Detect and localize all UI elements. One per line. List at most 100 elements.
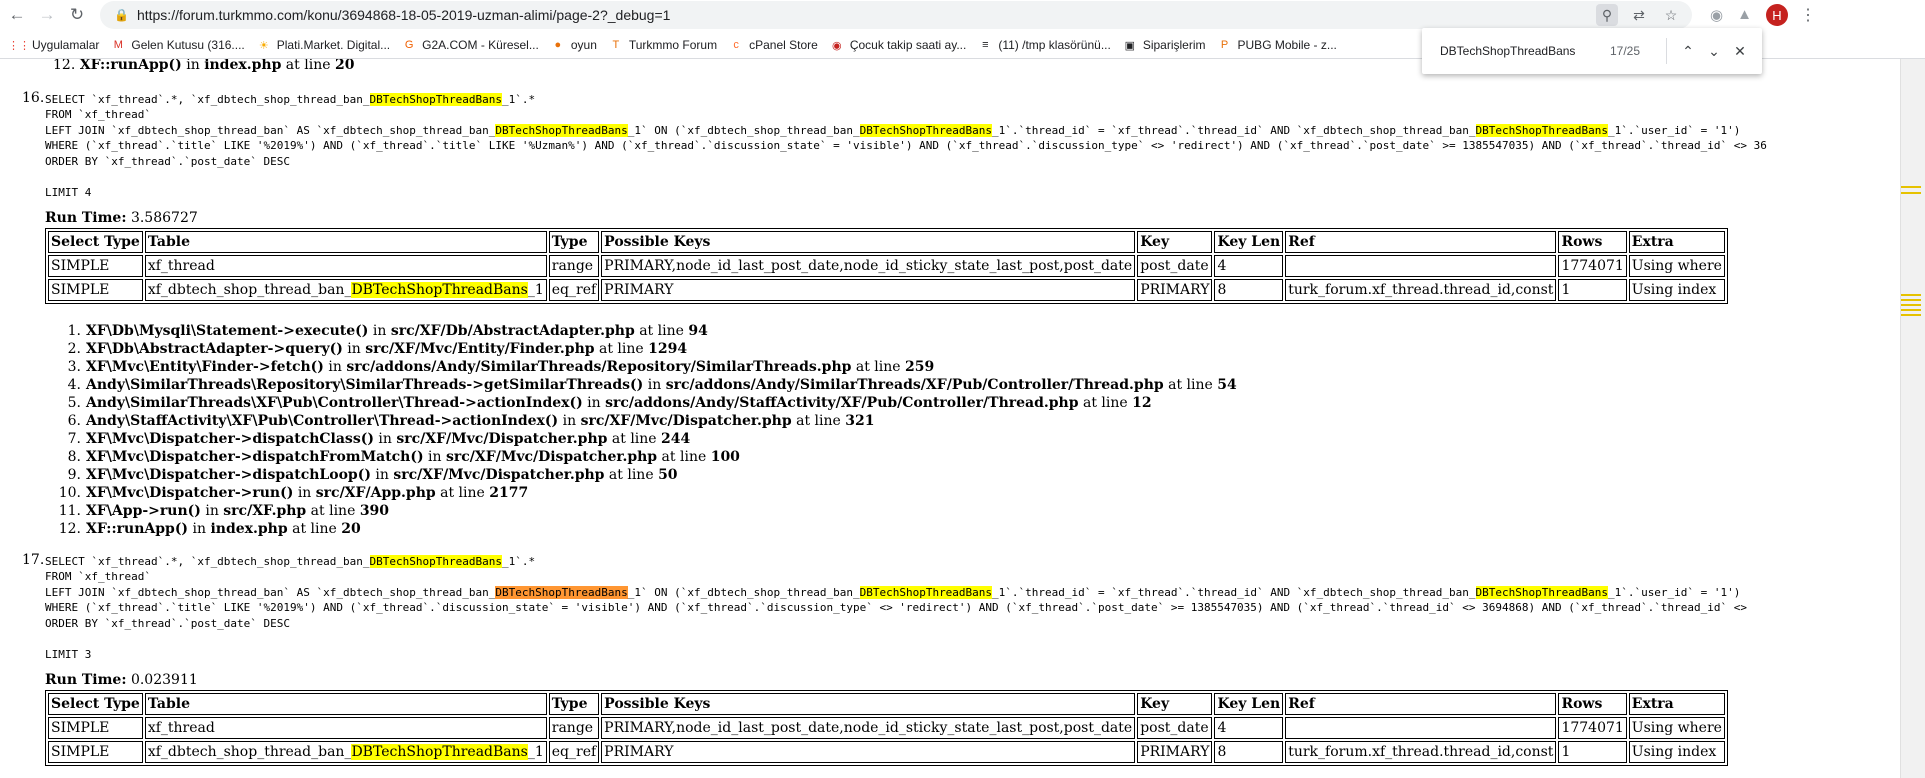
bookmark-label: Çocuk takip saati ay... [849, 38, 967, 52]
search-highlight: DBTechShopThreadBans [369, 93, 502, 106]
address-bar[interactable]: 🔒 https://forum.turkmmo.com/konu/3694868… [100, 1, 1692, 29]
back-arrow-icon[interactable]: ← [4, 2, 30, 28]
bookmark-item[interactable]: G G2A.COM - Küresel... [402, 38, 539, 52]
find-input[interactable]: DBTechShopThreadBans [1440, 44, 1610, 58]
close-icon[interactable]: ✕ [1727, 43, 1753, 60]
sql-line: ORDER BY `xf_thread`.`post_date` DESC [45, 155, 291, 168]
trace-item: 12. XF::runApp() in index.php at line 20 [58, 521, 361, 537]
find-match-count: 17/25 [1610, 44, 1641, 58]
chevron-down-icon[interactable]: ⌄ [1701, 43, 1727, 60]
bookmark-star-icon[interactable]: ☆ [1660, 4, 1682, 26]
bookmark-label: Uygulamalar [32, 38, 100, 52]
table-row: SIMPLE xf_thread range PRIMARY,node_id_last… [48, 255, 1725, 277]
camera-extension-icon[interactable]: ◉ [1710, 6, 1723, 24]
active-search-highlight: DBTechShopThreadBans [495, 586, 628, 599]
find-divider [1666, 38, 1667, 64]
trace-item: 9. XF\Mvc\Dispatcher->dispatchLoop() in s… [67, 467, 678, 483]
table-header-row: Select Type Table Type Possible Keys Key Key … [48, 693, 1725, 715]
sql-line: LEFT JOIN `xf_dbtech_shop_thread_ban` AS… [45, 586, 1741, 599]
search-highlight: DBTechShopThreadBans [369, 555, 502, 568]
siparis-icon: ▣ [1124, 39, 1136, 52]
vertical-scrollbar[interactable] [1900, 59, 1925, 778]
search-highlight: DBTechShopThreadBans [1475, 124, 1608, 137]
forward-arrow-icon[interactable]: → [34, 2, 60, 28]
stack-trace: 1. XF\Db\Mysqli\Statement->execute() in s… [53, 322, 1237, 538]
table-row: SIMPLE xf_thread range PRIMARY,node_id_last… [48, 717, 1725, 739]
search-highlight: DBTechShopThreadBans [1475, 586, 1608, 599]
trace-item: 11. XF\App->run() in src/XF.php at line 3… [58, 503, 390, 519]
sql-limit: LIMIT 4 [45, 186, 92, 199]
bookmark-label: PUBG Mobile - z... [1237, 38, 1337, 52]
bookmark-item[interactable]: ≡ (11) /tmp klasörünü... [978, 38, 1111, 52]
bookmark-item[interactable]: ▣ Siparişlerim [1123, 38, 1206, 52]
query-number: 17. [22, 552, 45, 568]
bookmark-item[interactable]: ● oyun [551, 38, 597, 52]
prev-trace-tail: 12. XF::runApp() in index.php at line 20 [53, 59, 355, 73]
translate-icon[interactable]: ⇄ [1628, 4, 1650, 26]
bookmark-item[interactable]: ⋮⋮ Uygulamalar [8, 38, 100, 52]
url-text[interactable]: https://forum.turkmmo.com/konu/3694868-1… [137, 7, 670, 23]
table-row: SIMPLE xf_dbtech_shop_thread_ban_DBTechSh… [48, 741, 1725, 763]
search-highlight: DBTechShopThreadBans [859, 586, 993, 599]
trace-item: 6. Andy\StaffActivity\XF\Pub\Controller\T… [67, 413, 875, 429]
saat-icon: ◉ [832, 39, 842, 52]
query-number: 16. [22, 90, 45, 106]
bookmark-item[interactable]: ◉ Çocuk takip saati ay... [830, 38, 967, 52]
trace-item: 1. XF\Db\Mysqli\Statement->execute() in s… [67, 323, 708, 339]
stackoverflow-icon: ≡ [982, 39, 989, 51]
g2a-icon: G [404, 39, 414, 51]
sql-line: SELECT `xf_thread`.*, `xf_dbtech_shop_th… [45, 555, 536, 568]
turkmmo-icon: T [612, 39, 620, 51]
kebab-menu-icon[interactable]: ⋮ [1800, 5, 1816, 25]
find-marker [1901, 186, 1921, 188]
sql-line: FROM `xf_thread` [45, 108, 151, 121]
bookmark-label: Gelen Kutusu (316.... [131, 38, 245, 52]
shield-extension-icon[interactable]: ▲ [1737, 6, 1752, 24]
explain-table: Select Type Table Type Possible Keys Key Key … [45, 228, 1728, 304]
find-marker [1901, 304, 1921, 306]
sql-line: SELECT `xf_thread`.*, `xf_dbtech_shop_th… [45, 93, 536, 106]
search-highlight: DBTechShopThreadBans [351, 282, 528, 298]
reload-icon[interactable]: ↻ [64, 2, 90, 28]
debug-page-content: 12. XF::runApp() in index.php at line 20… [0, 59, 1900, 778]
lock-icon[interactable]: 🔒 [114, 8, 129, 22]
table-row: SIMPLE xf_dbtech_shop_thread_ban_DBTechSh… [48, 279, 1725, 301]
bookmark-label: Plati.Market. Digital... [276, 38, 391, 52]
oyun-icon: ● [554, 39, 562, 51]
bookmark-item[interactable]: c cPanel Store [729, 38, 818, 52]
sql-line: FROM `xf_thread` [45, 570, 151, 583]
pubg-icon: P [1220, 39, 1229, 51]
bookmark-label: Siparişlerim [1142, 38, 1206, 52]
trace-item: 2. XF\Db\AbstractAdapter->query() in src/… [67, 341, 688, 357]
bookmark-item[interactable]: ☀ Plati.Market. Digital... [257, 38, 390, 52]
profile-avatar[interactable]: H [1765, 4, 1788, 26]
find-in-page-icon[interactable]: ⚲ [1596, 4, 1618, 26]
find-marker [1901, 294, 1921, 296]
trace-item: 8. XF\Mvc\Dispatcher->dispatchFromMatch()… [67, 449, 740, 465]
bookmark-item[interactable]: P PUBG Mobile - z... [1218, 38, 1337, 52]
sql-line: ORDER BY `xf_thread`.`post_date` DESC [45, 617, 291, 630]
bookmark-item[interactable]: M Gelen Kutusu (316.... [111, 38, 245, 52]
bookmark-item[interactable]: T Turkmmo Forum [609, 38, 718, 52]
sql-limit: LIMIT 3 [45, 648, 92, 661]
search-highlight: DBTechShopThreadBans [351, 744, 528, 760]
sun-icon: ☀ [258, 39, 269, 52]
trace-item: 7. XF\Mvc\Dispatcher->dispatchClass() in … [67, 431, 691, 447]
trace-item: 3. XF\Mvc\Entity\Finder->fetch() in src/a… [67, 359, 935, 375]
sql-line: LEFT JOIN `xf_dbtech_shop_thread_ban` AS… [45, 124, 1741, 137]
bookmark-label: cPanel Store [749, 38, 818, 52]
find-bar: DBTechShopThreadBans 17/25 ⌃ ⌄ ✕ [1422, 28, 1762, 74]
find-marker [1901, 314, 1921, 316]
bookmark-label: G2A.COM - Küresel... [422, 38, 539, 52]
bookmark-label: oyun [570, 38, 597, 52]
bookmark-label: (11) /tmp klasörünü... [998, 38, 1111, 52]
table-header-row: Select Type Table Type Possible Keys Key Key … [48, 231, 1725, 253]
find-marker [1901, 192, 1921, 194]
sql-line: WHERE (`xf_thread`.`title` LIKE '%2019%'… [45, 601, 1747, 614]
trace-item: 10. XF\Mvc\Dispatcher->run() in src/XF/Ap… [58, 485, 529, 501]
chevron-up-icon[interactable]: ⌃ [1675, 43, 1701, 60]
find-marker [1901, 309, 1921, 311]
explain-table: Select Type Table Type Possible Keys Key Key … [45, 690, 1728, 766]
bookmark-label: Turkmmo Forum [628, 38, 718, 52]
trace-item: 4. Andy\SimilarThreads\Repository\Similar… [67, 377, 1237, 393]
